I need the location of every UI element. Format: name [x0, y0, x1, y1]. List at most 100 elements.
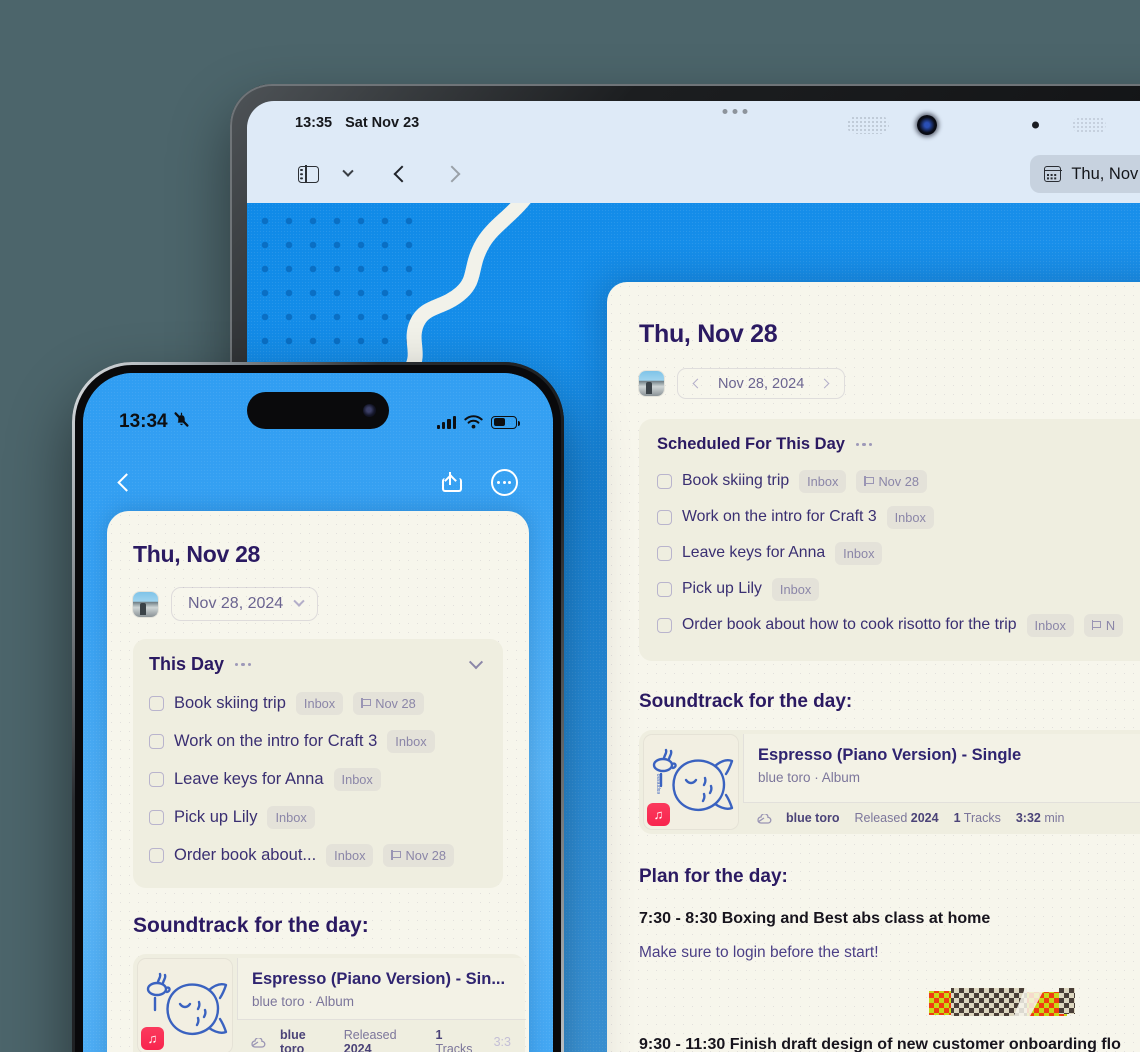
task-checkbox[interactable] [149, 809, 164, 825]
task-list-tag[interactable]: Inbox [387, 729, 435, 753]
task-checkbox[interactable] [657, 545, 672, 561]
task-row[interactable]: Book skiing trip Inbox Nov 28 [149, 684, 487, 722]
sidebar-menu-button[interactable] [331, 157, 365, 191]
chevron-down-icon [342, 165, 354, 177]
forward-button[interactable] [435, 157, 469, 191]
tasks-card-heading: This Day [149, 654, 225, 674]
back-button[interactable] [107, 463, 145, 501]
task-row[interactable]: Order book about... Inbox Nov 28 [149, 836, 487, 874]
task-checkbox[interactable] [657, 473, 672, 489]
task-date-tag[interactable]: N [1083, 613, 1124, 637]
task-list-tag[interactable]: Inbox [799, 469, 847, 493]
cloud-icon [757, 813, 772, 824]
task-row[interactable]: Order book about how to cook risotto for… [657, 607, 1140, 643]
album-card[interactable]: ♫ Espresso (Piano Version) - Sin... blue… [133, 954, 525, 1052]
album-artist: blue toro [280, 1028, 306, 1052]
date-next-button[interactable] [814, 378, 835, 389]
ipad-toolbar: Thu, Nov 28 + [247, 145, 1140, 203]
task-date-label: Nov 28 [405, 847, 447, 863]
flag-icon [391, 850, 401, 860]
task-list: Book skiing trip Inbox Nov 28 Work on the i… [149, 684, 487, 874]
album-title: Espresso (Piano Version) - Sin... [252, 970, 506, 988]
sidebar-toggle-button[interactable] [291, 157, 325, 191]
album-tracks-count: 1 [435, 1028, 443, 1042]
page-title: Thu, Nov 28 [639, 320, 778, 348]
task-list-tag[interactable]: Inbox [835, 541, 883, 565]
flag-icon [1091, 620, 1102, 630]
iphone-status-bar: 13:34 [83, 373, 553, 447]
task-list-tag[interactable]: Inbox [326, 843, 374, 867]
plan-item: 7:30 - 8:30 Boxing and Best abs class at… [639, 910, 991, 927]
task-checkbox[interactable] [657, 509, 672, 525]
date-stepper[interactable]: Nov 28, 2024 [677, 368, 846, 399]
date-select-button[interactable]: Nov 28, 2024 [171, 587, 319, 621]
task-date-label: Nov 28 [375, 695, 416, 711]
album-tracks-label: Tracks [435, 1042, 473, 1052]
apple-music-icon: ♫ [141, 1027, 164, 1050]
apple-music-icon: ♫ [647, 803, 670, 826]
task-date-tag[interactable]: Nov 28 [856, 469, 927, 493]
album-artist: blue toro [786, 811, 840, 825]
album-released-label: Released [854, 811, 908, 825]
cloud-icon [251, 1037, 266, 1048]
flag-icon [361, 698, 371, 708]
task-date-tag[interactable]: Nov 28 [353, 691, 424, 715]
task-list-tag[interactable]: Inbox [267, 805, 315, 829]
wifi-icon [464, 415, 483, 429]
task-checkbox[interactable] [657, 617, 672, 633]
album-tracks-label: Tracks [963, 811, 1001, 825]
task-date-label: Nov 28 [878, 473, 919, 489]
task-name: Leave keys for Anna [682, 544, 826, 561]
ipad-status-time: 13:35 [295, 115, 333, 131]
iphone-document-sheet: Thu, Nov 28 Nov 28, 2024 This Day Book s… [107, 511, 529, 1052]
back-button[interactable] [385, 157, 419, 191]
task-list-tag[interactable]: Inbox [333, 767, 381, 791]
task-list-tag[interactable]: Inbox [886, 505, 934, 529]
iphone-device: 13:34 Thu, Nov 28 Nov 28, 2024 This Day … [72, 362, 564, 1052]
flag-icon [864, 476, 874, 486]
task-name: Order book about how to cook risotto for… [682, 616, 1017, 633]
task-row[interactable]: Book skiing trip Inbox Nov 28 [657, 463, 1140, 499]
task-list-tag[interactable]: Inbox [295, 691, 344, 715]
task-row[interactable]: Pick up Lily Inbox [657, 571, 1140, 607]
chevron-left-icon [393, 165, 411, 183]
fish-drawing-icon: espresso ♫ [643, 734, 739, 830]
sidebar-icon [297, 164, 319, 184]
date-selector-row: Nov 28, 2024 [133, 587, 529, 621]
share-button[interactable] [431, 463, 469, 501]
task-checkbox[interactable] [149, 733, 164, 749]
task-row[interactable]: Work on the intro for Craft 3 Inbox [657, 499, 1140, 535]
task-checkbox[interactable] [657, 581, 672, 597]
more-button[interactable] [485, 463, 523, 501]
date-prev-button[interactable] [687, 378, 708, 389]
task-name: Pick up Lily [682, 580, 762, 597]
task-row[interactable]: Leave keys for Anna Inbox [657, 535, 1140, 571]
task-name: Pick up Lily [174, 807, 258, 826]
ellipsis-icon[interactable] [855, 442, 873, 447]
album-duration-unit: min [1044, 811, 1065, 825]
task-row[interactable]: Work on the intro for Craft 3 Inbox [149, 722, 487, 760]
iphone-status-time: 13:34 [119, 411, 168, 432]
album-card[interactable]: espresso ♫ Espresso (Piano Version) - Si… [639, 730, 1140, 834]
soundtrack-heading: Soundtrack for the day: [639, 691, 853, 712]
chevron-down-icon[interactable] [468, 654, 484, 669]
task-checkbox[interactable] [149, 847, 164, 863]
iphone-navbar [83, 455, 553, 509]
task-checkbox[interactable] [149, 771, 164, 787]
calendar-icon [1043, 166, 1062, 182]
album-title: Espresso (Piano Version) - Single [758, 746, 1022, 764]
task-checkbox[interactable] [149, 695, 164, 711]
task-list-tag[interactable]: Inbox [771, 577, 820, 601]
album-released-label: Released [343, 1028, 397, 1042]
task-date-label: N [1105, 617, 1116, 633]
task-date-tag[interactable]: Nov 28 [383, 843, 455, 867]
cellular-signal-icon [436, 415, 456, 429]
task-name: Work on the intro for Craft 3 [174, 731, 378, 750]
ipad-date-pill-button[interactable]: Thu, Nov 28 [1030, 155, 1140, 193]
ellipsis-icon[interactable] [235, 662, 252, 667]
task-name: Book skiing trip [682, 472, 790, 489]
task-row[interactable]: Leave keys for Anna Inbox [149, 760, 487, 798]
task-row[interactable]: Pick up Lily Inbox [149, 798, 487, 836]
task-name: Leave keys for Anna [174, 769, 324, 788]
task-list-tag[interactable]: Inbox [1026, 613, 1074, 637]
